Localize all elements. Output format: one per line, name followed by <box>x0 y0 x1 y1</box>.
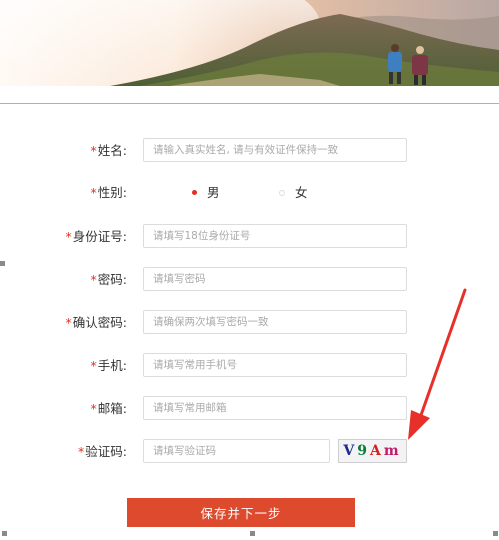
captcha-label: *验证码: <box>78 439 127 465</box>
password-input[interactable] <box>143 267 407 291</box>
gender-label: *性别: <box>91 180 127 206</box>
captcha-label-text: 验证码: <box>85 444 127 459</box>
required-mark: * <box>78 444 85 459</box>
edge-marker <box>0 261 5 266</box>
required-mark: * <box>90 143 97 158</box>
gender-option-male[interactable]: 男 <box>192 180 220 206</box>
captcha-char: m <box>383 443 402 459</box>
gender-option-male-label: 男 <box>207 185 220 200</box>
header-banner-image <box>0 0 499 86</box>
required-mark: * <box>90 272 97 287</box>
captcha-char: A <box>369 443 384 459</box>
radio-unselected-icon <box>279 189 285 196</box>
phone-input[interactable] <box>143 353 407 377</box>
save-and-next-button[interactable]: 保存并下一步 <box>127 498 355 527</box>
required-mark: * <box>90 401 97 416</box>
id-label-text: 身份证号: <box>72 229 127 244</box>
form-row-email: *邮箱: <box>0 396 499 422</box>
confirm-password-input[interactable] <box>143 310 407 334</box>
required-mark: * <box>65 229 72 244</box>
captcha-char: V <box>343 443 358 459</box>
form-row-name: *姓名: <box>0 138 499 164</box>
gender-option-female-label: 女 <box>295 185 308 200</box>
captcha-char: 9 <box>357 443 370 459</box>
gender-label-text: 性别: <box>97 185 127 200</box>
form-row-captcha: *验证码: V 9 A m <box>0 439 499 465</box>
edge-marker <box>250 531 255 536</box>
edge-marker <box>493 531 498 536</box>
radio-selected-icon <box>192 190 197 195</box>
form-row-password: *密码: <box>0 267 499 293</box>
password-label: *密码: <box>91 267 127 293</box>
email-label-text: 邮箱: <box>97 401 127 416</box>
confirm-password-label-text: 确认密码: <box>72 315 127 330</box>
required-mark: * <box>90 185 97 200</box>
form-row-id: *身份证号: <box>0 224 499 250</box>
captcha-input[interactable] <box>143 439 330 463</box>
name-label-text: 姓名: <box>97 143 127 158</box>
gender-option-female[interactable]: 女 <box>279 180 308 206</box>
phone-label: *手机: <box>91 353 127 379</box>
captcha-image[interactable]: V 9 A m <box>338 439 407 463</box>
name-label: *姓名: <box>91 138 127 164</box>
header-divider <box>0 103 499 104</box>
form-row-phone: *手机: <box>0 353 499 379</box>
form-row-confirm-password: *确认密码: <box>0 310 499 336</box>
email-input[interactable] <box>143 396 407 420</box>
edge-marker <box>2 531 7 536</box>
email-label: *邮箱: <box>91 396 127 422</box>
confirm-password-label: *确认密码: <box>66 310 127 336</box>
phone-label-text: 手机: <box>97 358 127 373</box>
required-mark: * <box>65 315 72 330</box>
required-mark: * <box>90 358 97 373</box>
password-label-text: 密码: <box>97 272 127 287</box>
name-input[interactable] <box>143 138 407 162</box>
id-label: *身份证号: <box>66 224 127 250</box>
id-number-input[interactable] <box>143 224 407 248</box>
form-row-gender: *性别: 男 女 <box>0 180 499 206</box>
